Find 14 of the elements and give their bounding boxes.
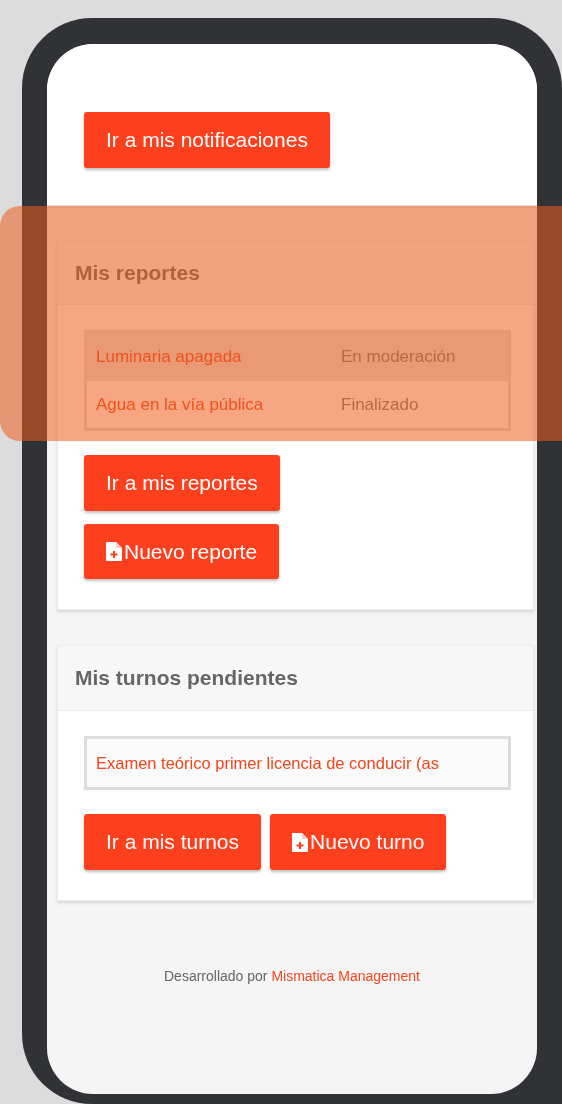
navigate-button[interactable]: Ir a mis reportes [84,455,280,511]
footer-text: Desarrollado por Mismatica Management [163,966,421,986]
new-button[interactable]: Nuevo reporte [84,523,280,579]
file-plus-icon [106,541,122,561]
file-plus-icon [292,832,309,852]
report-link[interactable]: Agua en la vía pública [96,391,341,417]
new-button[interactable]: Nuevo turno [270,814,447,870]
developer-link[interactable]: Mismatica Management [271,967,420,984]
appointment-item[interactable]: Examen teórico primer licencia de conducir (as [84,735,511,791]
report-status: Finalizado [341,393,419,416]
navigate-button[interactable]: Ir a mis turnos [84,814,262,870]
notifications-button[interactable]: Ir a mis notificaciones [84,112,330,168]
card-title: Mis turnos pendientes [58,646,533,711]
card-title: Mis reportes [58,240,533,305]
